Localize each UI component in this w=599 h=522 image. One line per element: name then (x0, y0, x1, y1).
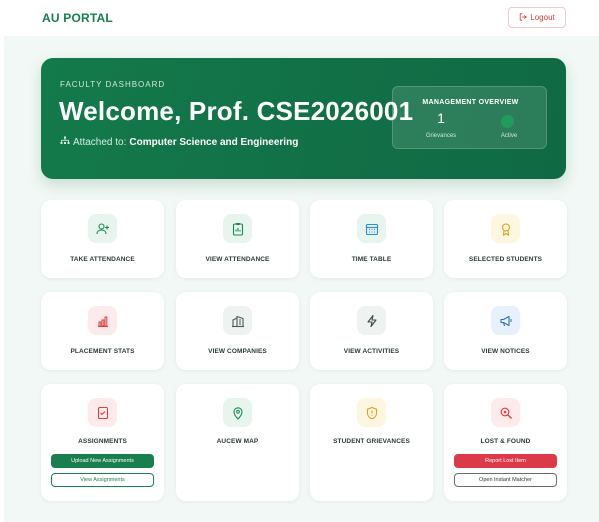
welcome-banner: FACULTY DASHBOARD Welcome, Prof. CSE2026… (41, 58, 566, 179)
logout-icon (519, 12, 528, 23)
overview-title: MANAGEMENT OVERVIEW (422, 99, 519, 106)
department-line: Attached to: Computer Science and Engine… (60, 136, 298, 148)
card-view-companies[interactable]: VIEW COMPANIES (176, 292, 299, 370)
attached-prefix: Attached to: (73, 136, 127, 148)
open-instant-matcher-button[interactable]: Open Instant Matcher (454, 473, 557, 487)
grievance-label: Grievances (425, 133, 457, 139)
department-name: Computer Science and Engineering (129, 136, 299, 148)
top-navbar: AU PORTAL Logout (0, 0, 599, 36)
card-label: TAKE ATTENDANCE (70, 256, 135, 263)
card-label: SELECTED STUDENTS (468, 256, 543, 263)
card-label: TIME TABLE (351, 256, 392, 263)
map-pin-icon (223, 398, 252, 427)
card-label: ASSIGNMENTS (78, 438, 127, 445)
clipboard-icon (223, 214, 252, 243)
add-user-icon (88, 214, 117, 243)
grievance-count: 1 (437, 110, 445, 126)
management-overview-panel: MANAGEMENT OVERVIEW 1 Grievances Active (392, 86, 547, 149)
card-lost-found: LOST & FOUND Report Lost Item Open Insta… (444, 384, 567, 501)
dashboard-eyebrow: FACULTY DASHBOARD (60, 80, 166, 89)
card-label: VIEW COMPANIES (208, 348, 267, 355)
card-label: STUDENT GRIEVANCES (333, 438, 410, 445)
card-label: VIEW ACTIVITIES (343, 348, 400, 355)
brand-logo[interactable]: AU PORTAL (42, 11, 113, 25)
card-label: PLACEMENT STATS (70, 348, 135, 355)
card-label: VIEW NOTICES (481, 348, 530, 355)
card-view-activities[interactable]: VIEW ACTIVITIES (310, 292, 433, 370)
megaphone-icon (491, 306, 520, 335)
card-placement-stats[interactable]: PLACEMENT STATS (41, 292, 164, 370)
card-student-grievances[interactable]: STUDENT GRIEVANCES (310, 384, 433, 501)
card-label: LOST & FOUND (480, 438, 531, 445)
logout-label: Logout (530, 13, 555, 22)
report-lost-item-button[interactable]: Report Lost Item (454, 454, 557, 468)
card-selected-students[interactable]: SELECTED STUDENTS (444, 200, 567, 278)
building-icon (223, 306, 252, 335)
card-label: VIEW ATTENDANCE (205, 256, 270, 263)
card-label: AUCEW MAP (216, 438, 259, 445)
active-label: Active (500, 133, 518, 139)
search-icon (491, 398, 520, 427)
active-status-dot (501, 115, 514, 128)
card-aucew-map[interactable]: AUCEW MAP (176, 384, 299, 501)
checklist-icon (88, 398, 117, 427)
view-assignments-button[interactable]: View Assignments (51, 473, 154, 487)
shield-alert-icon (357, 398, 386, 427)
hierarchy-icon (60, 136, 70, 148)
card-assignments: ASSIGNMENTS Upload New Assignments View … (41, 384, 164, 501)
logout-button[interactable]: Logout (508, 7, 566, 28)
award-icon (491, 214, 520, 243)
brand-part-1: AU (42, 11, 60, 25)
card-view-attendance[interactable]: VIEW ATTENDANCE (176, 200, 299, 278)
card-time-table[interactable]: TIME TABLE (310, 200, 433, 278)
calendar-icon (357, 214, 386, 243)
upload-assignments-button[interactable]: Upload New Assignments (51, 454, 154, 468)
bar-chart-icon (88, 306, 117, 335)
brand-part-2: PORTAL (63, 11, 113, 25)
card-take-attendance[interactable]: TAKE ATTENDANCE (41, 200, 164, 278)
welcome-heading: Welcome, Prof. CSE2026001 (59, 96, 414, 126)
card-view-notices[interactable]: VIEW NOTICES (444, 292, 567, 370)
lightning-icon (357, 306, 386, 335)
